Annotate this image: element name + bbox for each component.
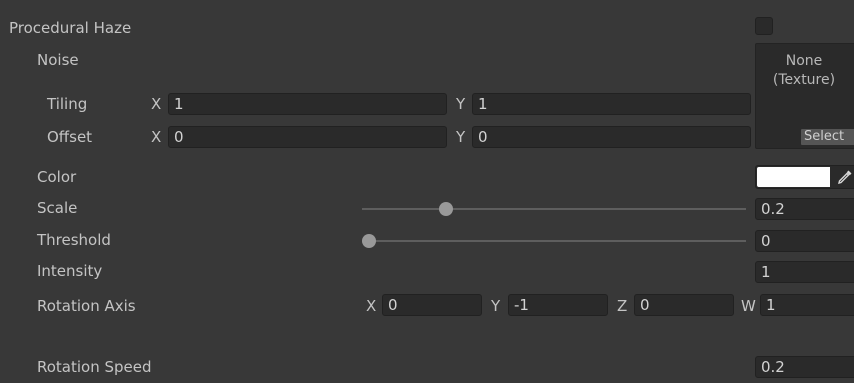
offset-x-input[interactable]: 0 [168, 126, 447, 148]
section-title: Procedural Haze [9, 19, 132, 37]
rotation-x-axis-label: X [366, 297, 377, 315]
rotation-speed-input[interactable]: 0.2 [755, 356, 854, 378]
eyedropper-icon[interactable] [836, 168, 854, 186]
rotation-axis-label: Rotation Axis [37, 297, 136, 315]
texture-none-label: None (Texture) [756, 52, 852, 90]
tiling-y-input[interactable]: 1 [472, 93, 751, 115]
offset-x-axis-label: X [151, 128, 162, 146]
noise-label: Noise [37, 51, 79, 69]
noise-texture-slot[interactable]: None (Texture) Select [755, 43, 854, 149]
rotation-w-axis-label: W [741, 297, 756, 315]
threshold-label: Threshold [37, 231, 111, 249]
threshold-input[interactable]: 0 [755, 230, 854, 252]
offset-y-input[interactable]: 0 [472, 126, 751, 148]
tiling-y-axis-label: Y [456, 95, 466, 113]
rotation-speed-label: Rotation Speed [37, 358, 152, 376]
rotation-axis-x-input[interactable]: 0 [382, 294, 482, 316]
texture-type-text: (Texture) [772, 72, 836, 88]
tiling-x-axis-label: X [151, 95, 162, 113]
intensity-label: Intensity [37, 262, 103, 280]
threshold-slider-track[interactable] [362, 240, 746, 242]
intensity-input[interactable]: 1 [755, 261, 854, 283]
rotation-axis-z-input[interactable]: 0 [634, 294, 734, 316]
threshold-slider-thumb[interactable] [362, 234, 376, 248]
rotation-z-axis-label: Z [617, 297, 628, 315]
tiling-label: Tiling [47, 95, 88, 113]
scale-slider-thumb[interactable] [438, 202, 453, 216]
rotation-axis-y-input[interactable]: -1 [508, 294, 608, 316]
texture-none-text: None [785, 53, 823, 69]
offset-label: Offset [47, 128, 93, 146]
offset-y-axis-label: Y [456, 128, 466, 146]
enable-checkbox[interactable] [755, 17, 773, 35]
scale-input[interactable]: 0.2 [755, 198, 854, 220]
color-label: Color [37, 168, 77, 186]
texture-select-button[interactable]: Select [800, 128, 854, 146]
color-swatch[interactable] [757, 167, 830, 187]
tiling-x-input[interactable]: 1 [168, 93, 447, 115]
scale-label: Scale [37, 199, 78, 217]
color-field[interactable] [755, 165, 854, 189]
scale-slider-track[interactable] [362, 208, 746, 210]
rotation-axis-w-input[interactable]: 1 [760, 294, 854, 316]
rotation-y-axis-label: Y [491, 297, 501, 315]
